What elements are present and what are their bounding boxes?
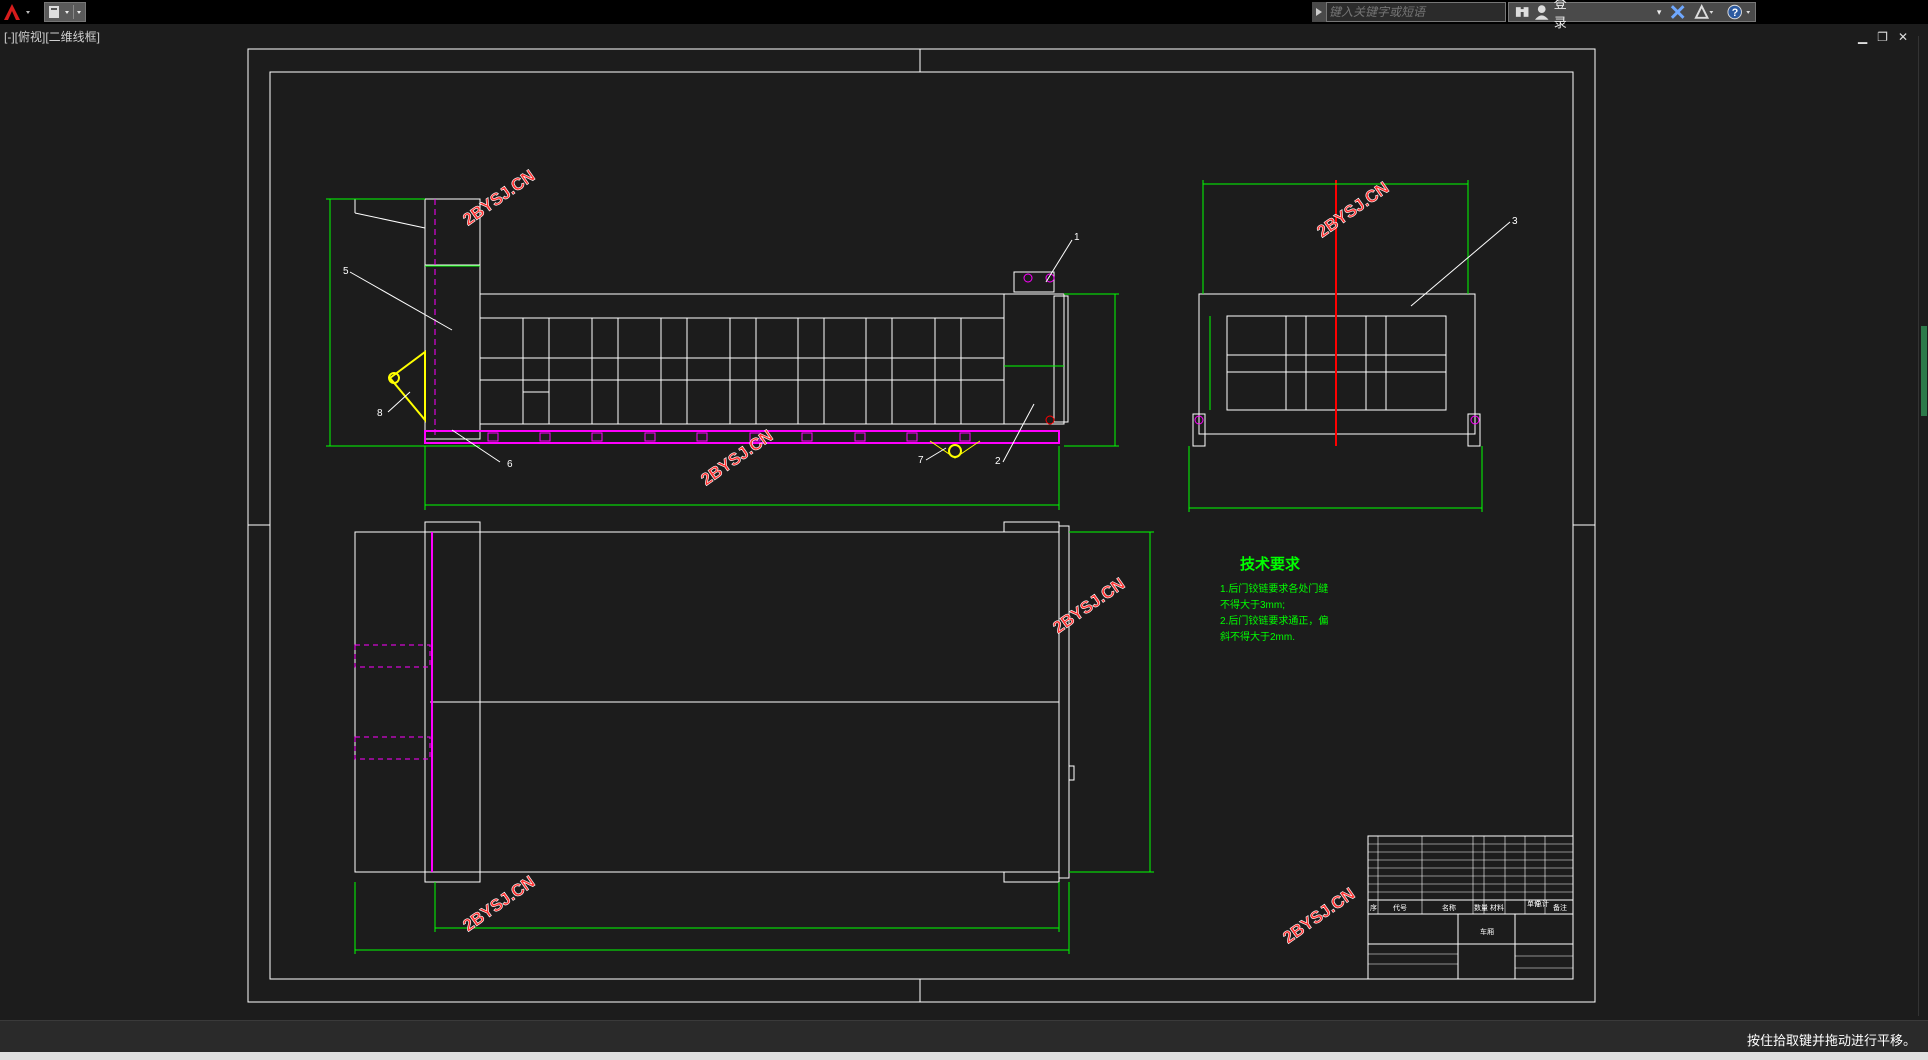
callout-6: 6	[507, 459, 513, 470]
bottom-edge	[0, 1052, 1928, 1060]
tb-header-remark: 备注	[1553, 903, 1567, 912]
plan-view	[354, 521, 1154, 954]
tech-line-3: 2.后门铰链要求通正，偏	[1220, 614, 1328, 627]
watermark: 2BYSJ.CN	[1279, 884, 1358, 947]
title-block-headers: 序 代号 名称 数量 材料 单件 总计 备注 车厢	[1370, 899, 1567, 936]
tb-header-total: 总计	[1535, 899, 1549, 908]
tech-line-4: 斜不得大于2mm.	[1220, 630, 1295, 643]
tb-part-name: 车厢	[1480, 927, 1494, 936]
status-message: 按住拾取键并拖动进行平移。	[1746, 1033, 1916, 1048]
tb-header-qty: 数量	[1474, 903, 1488, 912]
callout-3: 3	[1512, 216, 1518, 227]
sheet-inner-border	[269, 71, 1574, 980]
watermark: 2BYSJ.CN	[1313, 178, 1392, 241]
vertical-scrollbar[interactable]	[1918, 36, 1928, 1016]
callout-8: 8	[377, 408, 383, 419]
callout-2: 2	[995, 456, 1001, 467]
command-status-bar: 按住拾取键并拖动进行平移。	[0, 1020, 1928, 1053]
tech-requirements-title: 技术要求	[1240, 555, 1301, 573]
callout-7: 7	[918, 455, 924, 466]
tb-header-name: 名称	[1442, 903, 1456, 912]
watermark: 2BYSJ.CN	[697, 426, 776, 489]
tb-header-seq: 序	[1370, 903, 1377, 912]
tb-header-code: 代号	[1393, 903, 1407, 912]
sheet-outer-border	[247, 48, 1596, 1003]
tb-header-material: 材料	[1490, 903, 1504, 912]
callout-5: 5	[343, 266, 349, 277]
drawing-canvas[interactable]: 1 2 3 4 5 6 7 8 技术要求 1.后门铰链要求各处门缝 不得大于3m…	[0, 0, 1928, 1016]
tech-line-2: 不得大于3mm;	[1220, 598, 1285, 611]
scroll-thumb[interactable]	[1921, 326, 1927, 416]
tech-line-1: 1.后门铰链要求各处门缝	[1220, 582, 1328, 595]
watermark: 2BYSJ.CN	[1049, 574, 1128, 637]
watermark: 2BYSJ.CN	[459, 166, 538, 229]
